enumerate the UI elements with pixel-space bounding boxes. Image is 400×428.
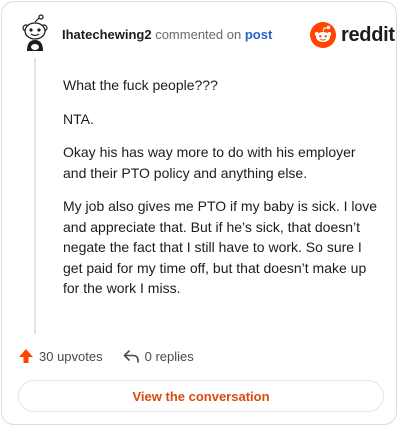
username[interactable]: Ihatechewing2	[62, 27, 152, 42]
comment-body: What the fuck people??? NTA. Okay his ha…	[63, 75, 381, 312]
thread-line	[34, 58, 36, 334]
commented-on-text: commented on	[155, 27, 242, 42]
reply-button[interactable]: 0 replies	[123, 348, 194, 364]
comment-paragraph: NTA.	[63, 110, 94, 127]
reddit-logo[interactable]: reddit	[310, 22, 395, 48]
upvote-button[interactable]: 30 upvotes	[18, 348, 103, 364]
user-avatar[interactable]	[18, 14, 52, 52]
upvote-arrow-icon	[19, 349, 33, 363]
reply-arrow-icon	[123, 350, 139, 363]
comment-paragraph: What the fuck people???	[63, 77, 218, 93]
upvote-count: 30 upvotes	[39, 348, 103, 364]
comment-actions: 30 upvotes 0 replies	[18, 346, 194, 366]
comment-card: Ihatechewing2 commented on post reddit W…	[1, 1, 397, 425]
reddit-logo-icon	[310, 22, 336, 48]
comment-header: Ihatechewing2 commented on post	[62, 27, 272, 43]
comment-paragraph: Okay his has way more to do with his emp…	[63, 144, 356, 181]
reddit-wordmark: reddit	[341, 23, 395, 46]
reply-count: 0 replies	[144, 348, 194, 364]
post-link[interactable]: post	[245, 27, 272, 42]
view-conversation-button[interactable]: View the conversation	[18, 380, 384, 412]
comment-paragraph: My job also gives me PTO if my baby is s…	[63, 198, 378, 296]
snoo-avatar-icon	[22, 14, 48, 51]
